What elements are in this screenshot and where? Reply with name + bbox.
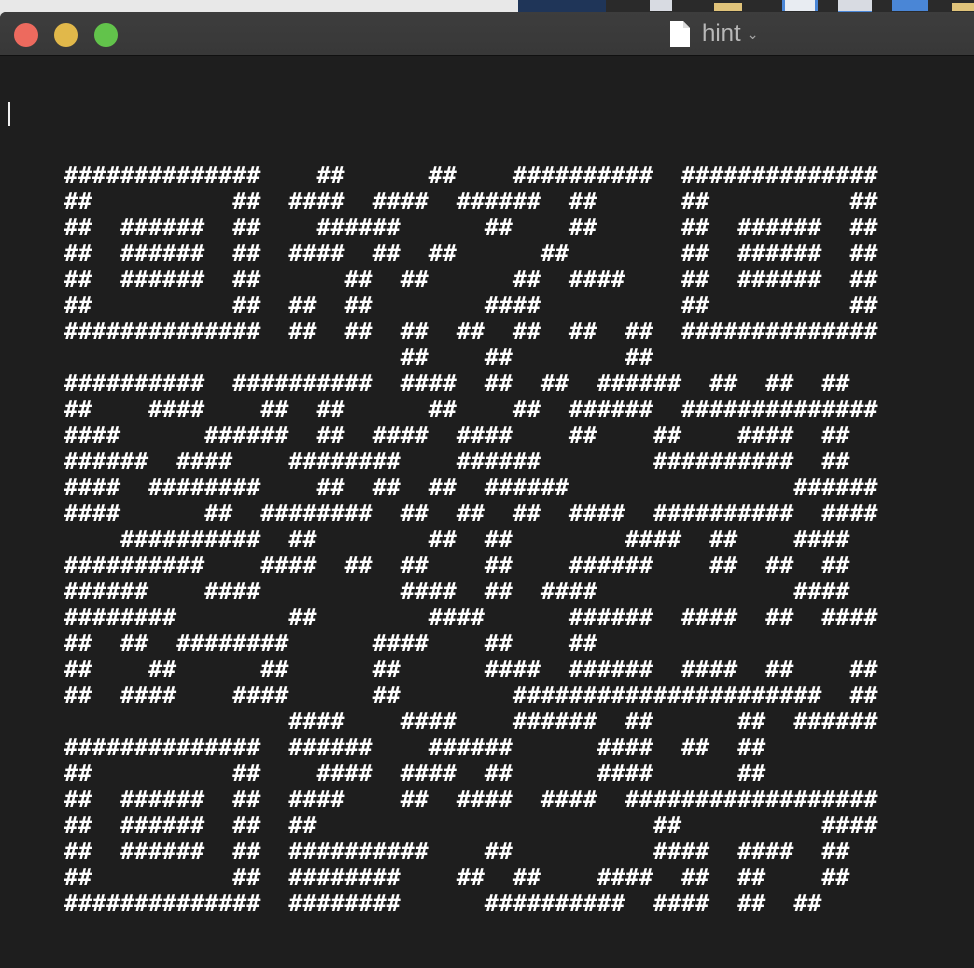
qr-text-line: ## ## #### #### ## #### ## [64,760,766,787]
qr-text-line: ## #### #### ## ###################### #… [64,682,878,709]
qr-text-line: ## #### ## ## ## ## ###### #############… [64,396,878,423]
qr-text-line: #### ## ######## ## ## ## #### #########… [64,500,878,527]
qr-text-line: ########## ## ## ## #### ## #### [64,526,850,553]
qr-text-line: ############## ######## ########## #### … [64,890,822,917]
qr-text-line: ## ## #### #### ###### ## ## ## [64,188,878,215]
qr-text-line: ########## #### ## ## ## ###### ## ## ## [64,552,850,579]
folder-icon[interactable] [952,3,974,11]
qr-text-line: ## ## ## ## #### ## ## [64,292,878,319]
qr-text-line: ## ## ## [64,344,654,371]
zoom-button[interactable] [94,23,118,47]
folder-icon[interactable] [714,3,742,11]
qr-text-line: ############## ###### ###### #### ## ## [64,734,766,761]
qr-text-line: ############## ## ## ########## ########… [64,162,878,189]
qr-text-line: ## ###### ## ########## ## #### #### ## [64,838,850,865]
qr-text-line: ######## ## #### ###### #### ## #### [64,604,878,631]
qr-text-line: #### #### ###### ## ## ###### [64,708,878,735]
qr-text-line: #### ###### ## #### #### ## ## #### ## [64,422,850,449]
title-bar[interactable]: hint ⌄ [0,12,974,56]
document-icon[interactable] [782,0,818,11]
desktop-window-edge [518,0,606,12]
qr-text-line: ## ## ## ## #### ###### #### ## ## [64,656,878,683]
minimize-button[interactable] [54,23,78,47]
desktop-finder-toolbar [606,0,974,14]
text-cursor [8,102,10,126]
document-icon [670,21,690,47]
window-title-text: hint [702,20,741,47]
qr-text-line: ## ## ######## ## ## #### ## ## ## [64,864,850,891]
stack-icon[interactable] [892,0,928,11]
editor-window: hint ⌄ ############## ## ## ########## #… [0,12,974,968]
qr-text-line: ## ###### ## ###### ## ## ## ###### ## [64,214,878,241]
qr-text-line: ############## ## ## ## ## ## ## ## ####… [64,318,878,345]
qr-text-line: #### ######## ## ## ## ###### ###### [64,474,878,501]
close-button[interactable] [14,23,38,47]
document-icon[interactable] [650,0,672,11]
qr-text-line: ## ###### ## #### ## ## ## ## ###### ## [64,240,878,267]
window-title[interactable]: hint ⌄ [668,20,758,48]
qr-text-line: ## ###### ## ## ## ## #### ## ###### ## [64,266,878,293]
qr-text-line: ###### #### #### ## #### #### [64,578,850,605]
chevron-down-icon[interactable]: ⌄ [747,26,759,43]
qr-text-line: ## ###### ## ## ## #### [64,812,878,839]
qr-text-line: ###### #### ######## ###### ########## #… [64,448,850,475]
qr-code-ascii-art: ############## ## ## ########## ########… [64,163,878,917]
qr-text-line: ## ###### ## #### ## #### #### #########… [64,786,878,813]
text-editor-area[interactable]: ############## ## ## ########## ########… [0,56,974,968]
qr-text-line: ## ## ######## #### ## ## [64,630,597,657]
qr-text-line: ########## ########## #### ## ## ###### … [64,370,850,397]
